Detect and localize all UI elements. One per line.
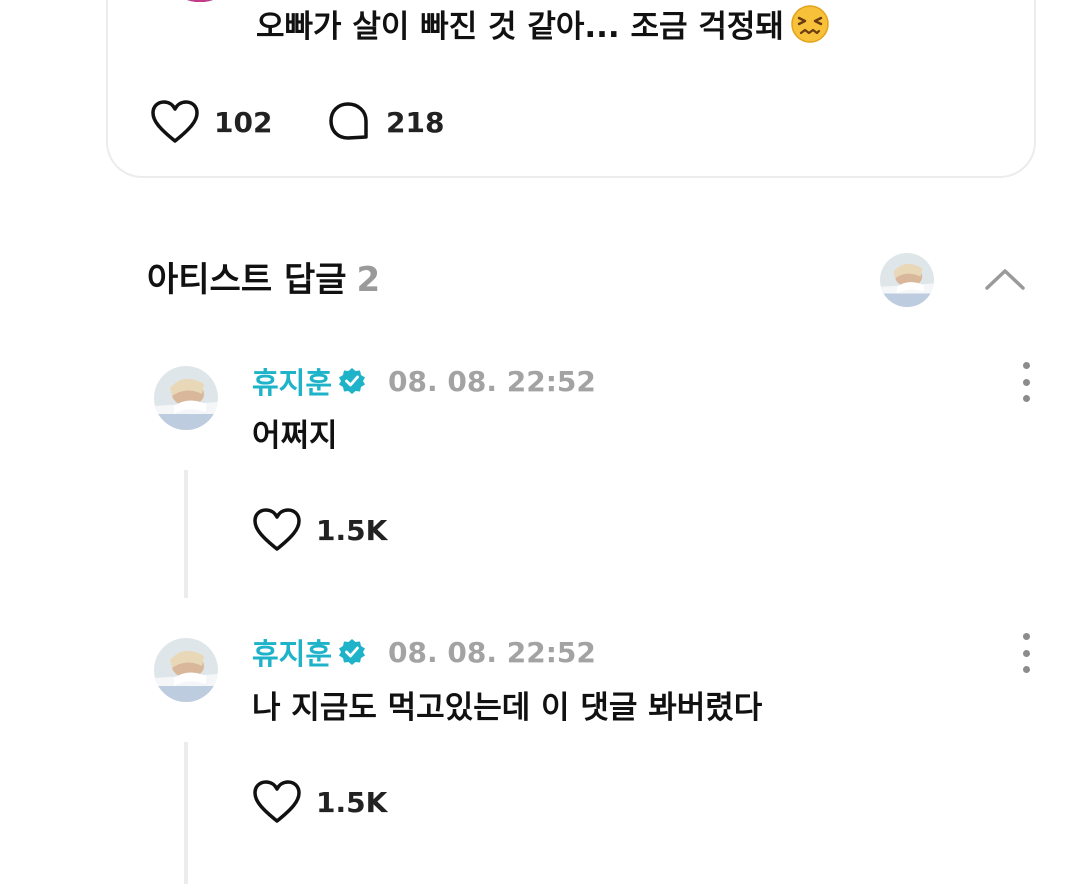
artist-replies-count: 2 — [356, 260, 381, 300]
artist-replies-header: 아티스트 답글 2 — [147, 258, 380, 302]
post-comment-count: 218 — [386, 105, 445, 139]
post-like-count: 102 — [214, 105, 273, 139]
comment-author-avatar[interactable] — [154, 366, 218, 430]
post-text: 오빠가 살이 빠진 것 같아... 조금 걱정돼 — [256, 4, 830, 49]
comment-meta: 휴지훈 08. 08. 22:52 — [252, 361, 596, 401]
more-dot-icon — [1022, 395, 1030, 402]
comment-like-count: 1.5K — [316, 513, 388, 547]
comment-timestamp: 08. 08. 22:52 — [388, 635, 596, 669]
thread-line — [184, 742, 188, 884]
more-dot-icon — [1022, 666, 1030, 673]
comment-timestamp: 08. 08. 22:52 — [388, 364, 596, 398]
comment-author-avatar[interactable] — [154, 638, 218, 702]
comment-like-button[interactable]: 1.5K — [252, 506, 387, 554]
comment-meta: 휴지훈 08. 08. 22:52 — [252, 632, 596, 672]
thread-line — [184, 470, 188, 598]
more-options-button[interactable] — [1012, 633, 1040, 673]
confounded-face-icon — [791, 5, 829, 43]
comment-text: 나 지금도 먹고있는데 이 댓글 봐버렸다 — [252, 690, 763, 726]
comment-like-button[interactable]: 1.5K — [252, 778, 387, 826]
avatar-image — [158, 0, 242, 2]
heart-icon — [151, 100, 199, 143]
verified-badge-icon — [339, 368, 366, 394]
comment-avatar-image — [154, 638, 218, 702]
chevron-up-icon — [985, 269, 1025, 290]
heart-icon — [253, 508, 301, 551]
comment-like-count: 1.5K — [316, 785, 388, 819]
comment-author-name[interactable]: 휴지훈 — [252, 631, 332, 673]
post-comment-button[interactable]: 218 — [326, 98, 444, 146]
artist-avatar[interactable] — [880, 253, 934, 307]
comment-author-name[interactable]: 휴지훈 — [252, 360, 332, 402]
comment-bubble-icon — [329, 102, 368, 140]
more-dot-icon — [1022, 633, 1030, 640]
more-dot-icon — [1022, 649, 1030, 657]
comment-text: 어쩌지 — [252, 418, 338, 454]
collapse-button[interactable] — [980, 262, 1030, 296]
verified-badge-icon — [339, 639, 366, 665]
post-text-content: 오빠가 살이 빠진 것 같아... 조금 걱정돼 — [256, 9, 784, 45]
artist-avatar-image — [880, 253, 934, 307]
post-card[interactable]: 오빠가 살이 빠진 것 같아... 조금 걱정돼 102 218 — [106, 0, 1036, 178]
post-like-button[interactable]: 102 — [150, 98, 272, 146]
artist-replies-title: 아티스트 답글 — [147, 260, 347, 300]
more-dot-icon — [1022, 362, 1030, 369]
post-author-avatar[interactable] — [158, 0, 242, 2]
heart-icon — [253, 780, 301, 823]
comment-avatar-image — [154, 366, 218, 430]
more-dot-icon — [1022, 378, 1030, 386]
more-options-button[interactable] — [1012, 362, 1040, 402]
